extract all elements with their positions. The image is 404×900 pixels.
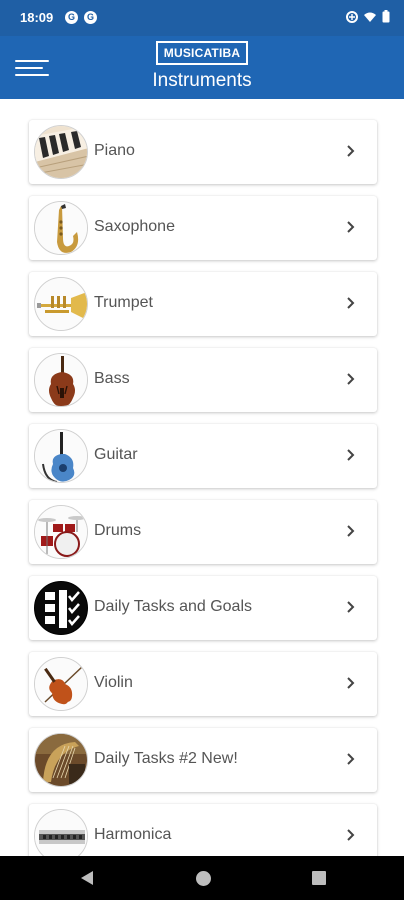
battery-icon [382,10,390,23]
system-navigation-bar [0,856,404,900]
back-icon[interactable] [80,870,94,886]
list-item-piano[interactable]: Piano [29,120,377,184]
list-item-label: Drums [94,522,142,539]
list-item-label: Piano [94,142,135,159]
recents-icon[interactable] [312,871,326,885]
chevron-right-icon [347,449,355,461]
harp-thumbnail-icon [34,733,88,787]
chevron-right-icon [347,525,355,537]
instrument-list[interactable]: Piano Saxophone Trumpet Bass Guitar Drum… [0,99,404,856]
harmonica-thumbnail-icon [34,809,88,856]
list-item-bass[interactable]: Bass [29,348,377,412]
list-item-drums[interactable]: Drums [29,500,377,564]
trumpet-thumbnail-icon [34,277,88,331]
data-saver-icon [346,10,358,23]
saxophone-thumbnail-icon [34,201,88,255]
chevron-right-icon [347,601,355,613]
list-item-harmonica[interactable]: Harmonica [29,804,377,856]
double-bass-thumbnail-icon [34,353,88,407]
chevron-right-icon [347,297,355,309]
wifi-icon [364,12,376,22]
list-item-saxophone[interactable]: Saxophone [29,196,377,260]
chevron-right-icon [347,829,355,841]
list-item-label: Trumpet [94,294,153,311]
violin-thumbnail-icon [34,657,88,711]
status-time: 18:09 [20,10,54,25]
checklist-thumbnail-icon [34,581,88,635]
list-item-label: Guitar [94,446,138,463]
list-item-daily-tasks-2[interactable]: Daily Tasks #2 New! [29,728,377,792]
list-item-label: Bass [94,370,130,387]
guitar-thumbnail-icon [34,429,88,483]
chevron-right-icon [347,753,355,765]
page-title: Instruments [152,70,252,91]
app-notification-icon: G [84,11,97,24]
chevron-right-icon [347,373,355,385]
app-notification-icon: G [65,11,78,24]
list-item-daily-tasks-and-goals[interactable]: Daily Tasks and Goals [29,576,377,640]
list-item-trumpet[interactable]: Trumpet [29,272,377,336]
drum-kit-thumbnail-icon [34,505,88,559]
list-item-label: Daily Tasks #2 New! [94,750,238,767]
app-logo: MUSICATIBA [156,41,248,65]
status-bar: 18:09 G G [0,0,404,36]
list-item-label: Saxophone [94,218,175,235]
chevron-right-icon [347,677,355,689]
list-item-label: Violin [94,674,133,691]
list-item-label: Harmonica [94,826,172,843]
chevron-right-icon [347,145,355,157]
list-item-label: Daily Tasks and Goals [94,598,252,615]
app-header: MUSICATIBA Instruments [0,36,404,99]
chevron-right-icon [347,221,355,233]
list-item-guitar[interactable]: Guitar [29,424,377,488]
list-item-violin[interactable]: Violin [29,652,377,716]
home-icon[interactable] [196,871,211,886]
piano-thumbnail-icon [34,125,88,179]
